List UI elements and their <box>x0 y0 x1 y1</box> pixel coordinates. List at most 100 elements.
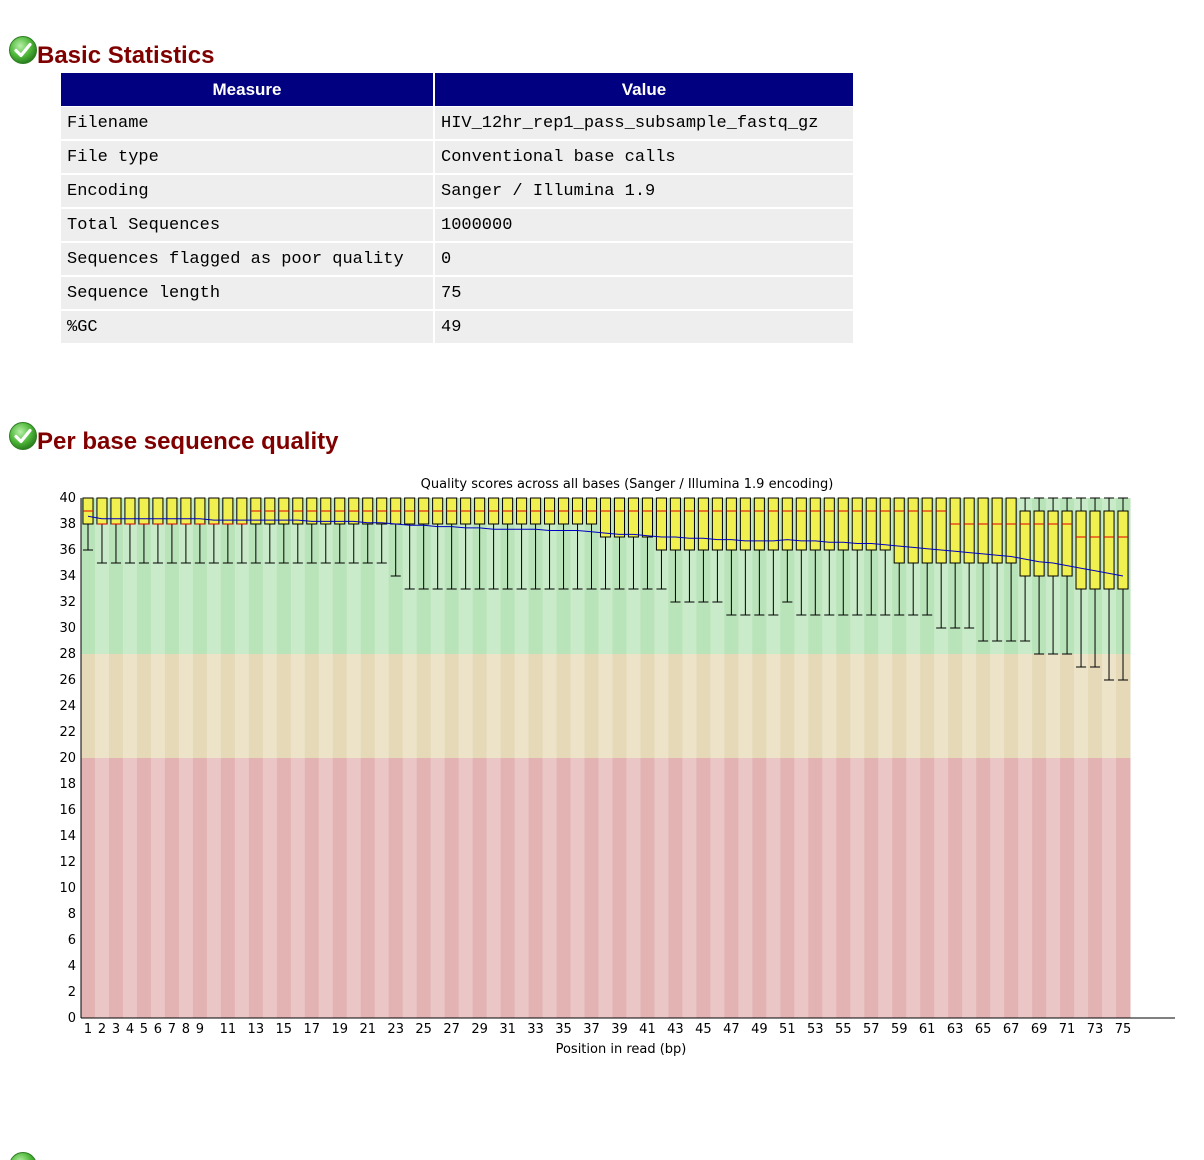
zone-poor-stripe <box>192 758 208 1018</box>
iqr-box <box>809 497 821 551</box>
x-tick-label: 29 <box>471 1022 488 1037</box>
zone-acceptable-stripe <box>122 654 138 758</box>
zone-acceptable-stripe <box>1018 654 1033 758</box>
zone-poor-stripe <box>81 758 96 1018</box>
x-tick-label: 45 <box>695 1022 712 1037</box>
zone-poor-stripe <box>514 758 530 1018</box>
zone-poor-stripe <box>444 758 460 1018</box>
chart-title: Quality scores across all bases (Sanger … <box>421 477 834 492</box>
zone-acceptable-stripe <box>1060 654 1075 758</box>
iqr-box <box>1005 497 1017 564</box>
zone-poor-stripe <box>752 758 767 1018</box>
iqr-box <box>753 497 765 551</box>
zone-acceptable-stripe <box>724 654 739 758</box>
zone-poor-stripe <box>276 758 292 1018</box>
per-base-quality-header: Per base sequence quality <box>0 421 1204 461</box>
iqr-box <box>124 497 136 525</box>
iqr-box <box>879 497 891 551</box>
x-tick-label: 1 <box>84 1022 92 1037</box>
zone-poor-stripe <box>416 758 432 1018</box>
iqr-box <box>949 497 961 564</box>
iqr-box <box>893 497 905 564</box>
zone-poor-stripe <box>1032 758 1047 1018</box>
zone-acceptable-stripe <box>304 654 320 758</box>
zone-poor-stripe <box>360 758 376 1018</box>
x-tick-label: 6 <box>154 1022 162 1037</box>
iqr-box <box>725 497 737 551</box>
zone-acceptable-stripe <box>668 654 683 758</box>
zone-poor-stripe <box>332 758 348 1018</box>
y-tick-label: 6 <box>68 933 76 948</box>
x-tick-label: 73 <box>1087 1022 1104 1037</box>
x-tick-label: 47 <box>723 1022 740 1037</box>
zone-poor-stripe <box>780 758 795 1018</box>
iqr-box <box>907 497 919 564</box>
zone-acceptable-stripe <box>500 654 516 758</box>
y-tick-label: 22 <box>59 725 76 740</box>
value-cell: 1000000 <box>435 209 853 243</box>
iqr-box <box>767 497 779 551</box>
iqr-box <box>194 497 206 525</box>
zone-acceptable-stripe <box>542 654 558 758</box>
zone-poor-stripe <box>150 758 166 1018</box>
iqr-box <box>1117 510 1129 590</box>
zone-acceptable-stripe <box>738 654 753 758</box>
zone-poor-stripe <box>976 758 991 1018</box>
zone-acceptable-stripe <box>458 654 474 758</box>
zone-poor-stripe <box>122 758 138 1018</box>
zone-acceptable-stripe <box>766 654 781 758</box>
zone-poor-stripe <box>696 758 711 1018</box>
pass-check-icon <box>9 422 37 450</box>
per-base-quality-module: Per base sequence quality <box>0 421 1204 461</box>
zone-poor-stripe <box>892 758 907 1018</box>
zone-poor-stripe <box>626 758 641 1018</box>
measure-column-header: Measure <box>61 73 435 107</box>
iqr-box <box>627 497 640 538</box>
zone-acceptable-stripe <box>1088 654 1103 758</box>
zone-acceptable-stripe <box>528 654 544 758</box>
chart-xlabel: Position in read (bp) <box>556 1042 687 1057</box>
iqr-box <box>655 497 667 551</box>
x-tick-label: 59 <box>891 1022 908 1037</box>
measure-cell: Filename <box>61 107 435 141</box>
zone-poor-stripe <box>528 758 544 1018</box>
zone-poor-stripe <box>878 758 893 1018</box>
y-tick-label: 14 <box>59 829 76 844</box>
table-row: File type Conventional base calls <box>61 141 853 175</box>
x-tick-label: 49 <box>751 1022 768 1037</box>
value-cell: 49 <box>435 311 853 345</box>
zone-poor-stripe <box>654 758 669 1018</box>
zone-acceptable-stripe <box>262 654 278 758</box>
x-tick-label: 19 <box>331 1022 348 1037</box>
x-tick-label: 41 <box>639 1022 656 1037</box>
iqr-box <box>1047 510 1059 577</box>
table-header-row: Measure Value <box>61 73 853 107</box>
measure-cell: File type <box>61 141 435 175</box>
x-tick-label: 27 <box>443 1022 460 1037</box>
zone-acceptable-stripe <box>696 654 711 758</box>
x-tick-label: 7 <box>168 1022 176 1037</box>
zone-acceptable-stripe <box>906 654 921 758</box>
zone-acceptable-stripe <box>206 654 222 758</box>
zone-acceptable-stripe <box>1074 654 1089 758</box>
value-cell: HIV_12hr_rep1_pass_subsample_fastq_gz <box>435 107 853 141</box>
iqr-box <box>1075 510 1087 590</box>
y-tick-label: 20 <box>59 751 76 766</box>
zone-acceptable-stripe <box>388 654 404 758</box>
zone-poor-stripe <box>206 758 222 1018</box>
zone-acceptable-stripe <box>780 654 795 758</box>
x-tick-label: 51 <box>779 1022 796 1037</box>
zone-poor-stripe <box>486 758 502 1018</box>
x-tick-label: 13 <box>248 1022 265 1037</box>
iqr-box <box>711 497 723 551</box>
zone-poor-stripe <box>962 758 977 1018</box>
zone-poor-stripe <box>836 758 851 1018</box>
zone-acceptable-stripe <box>178 654 194 758</box>
x-tick-label: 55 <box>835 1022 852 1037</box>
zone-acceptable-stripe <box>962 654 977 758</box>
zone-acceptable-stripe <box>514 654 530 758</box>
x-tick-label: 25 <box>415 1022 432 1037</box>
x-tick-label: 39 <box>611 1022 628 1037</box>
zone-acceptable-stripe <box>850 654 865 758</box>
zone-acceptable-stripe <box>290 654 306 758</box>
